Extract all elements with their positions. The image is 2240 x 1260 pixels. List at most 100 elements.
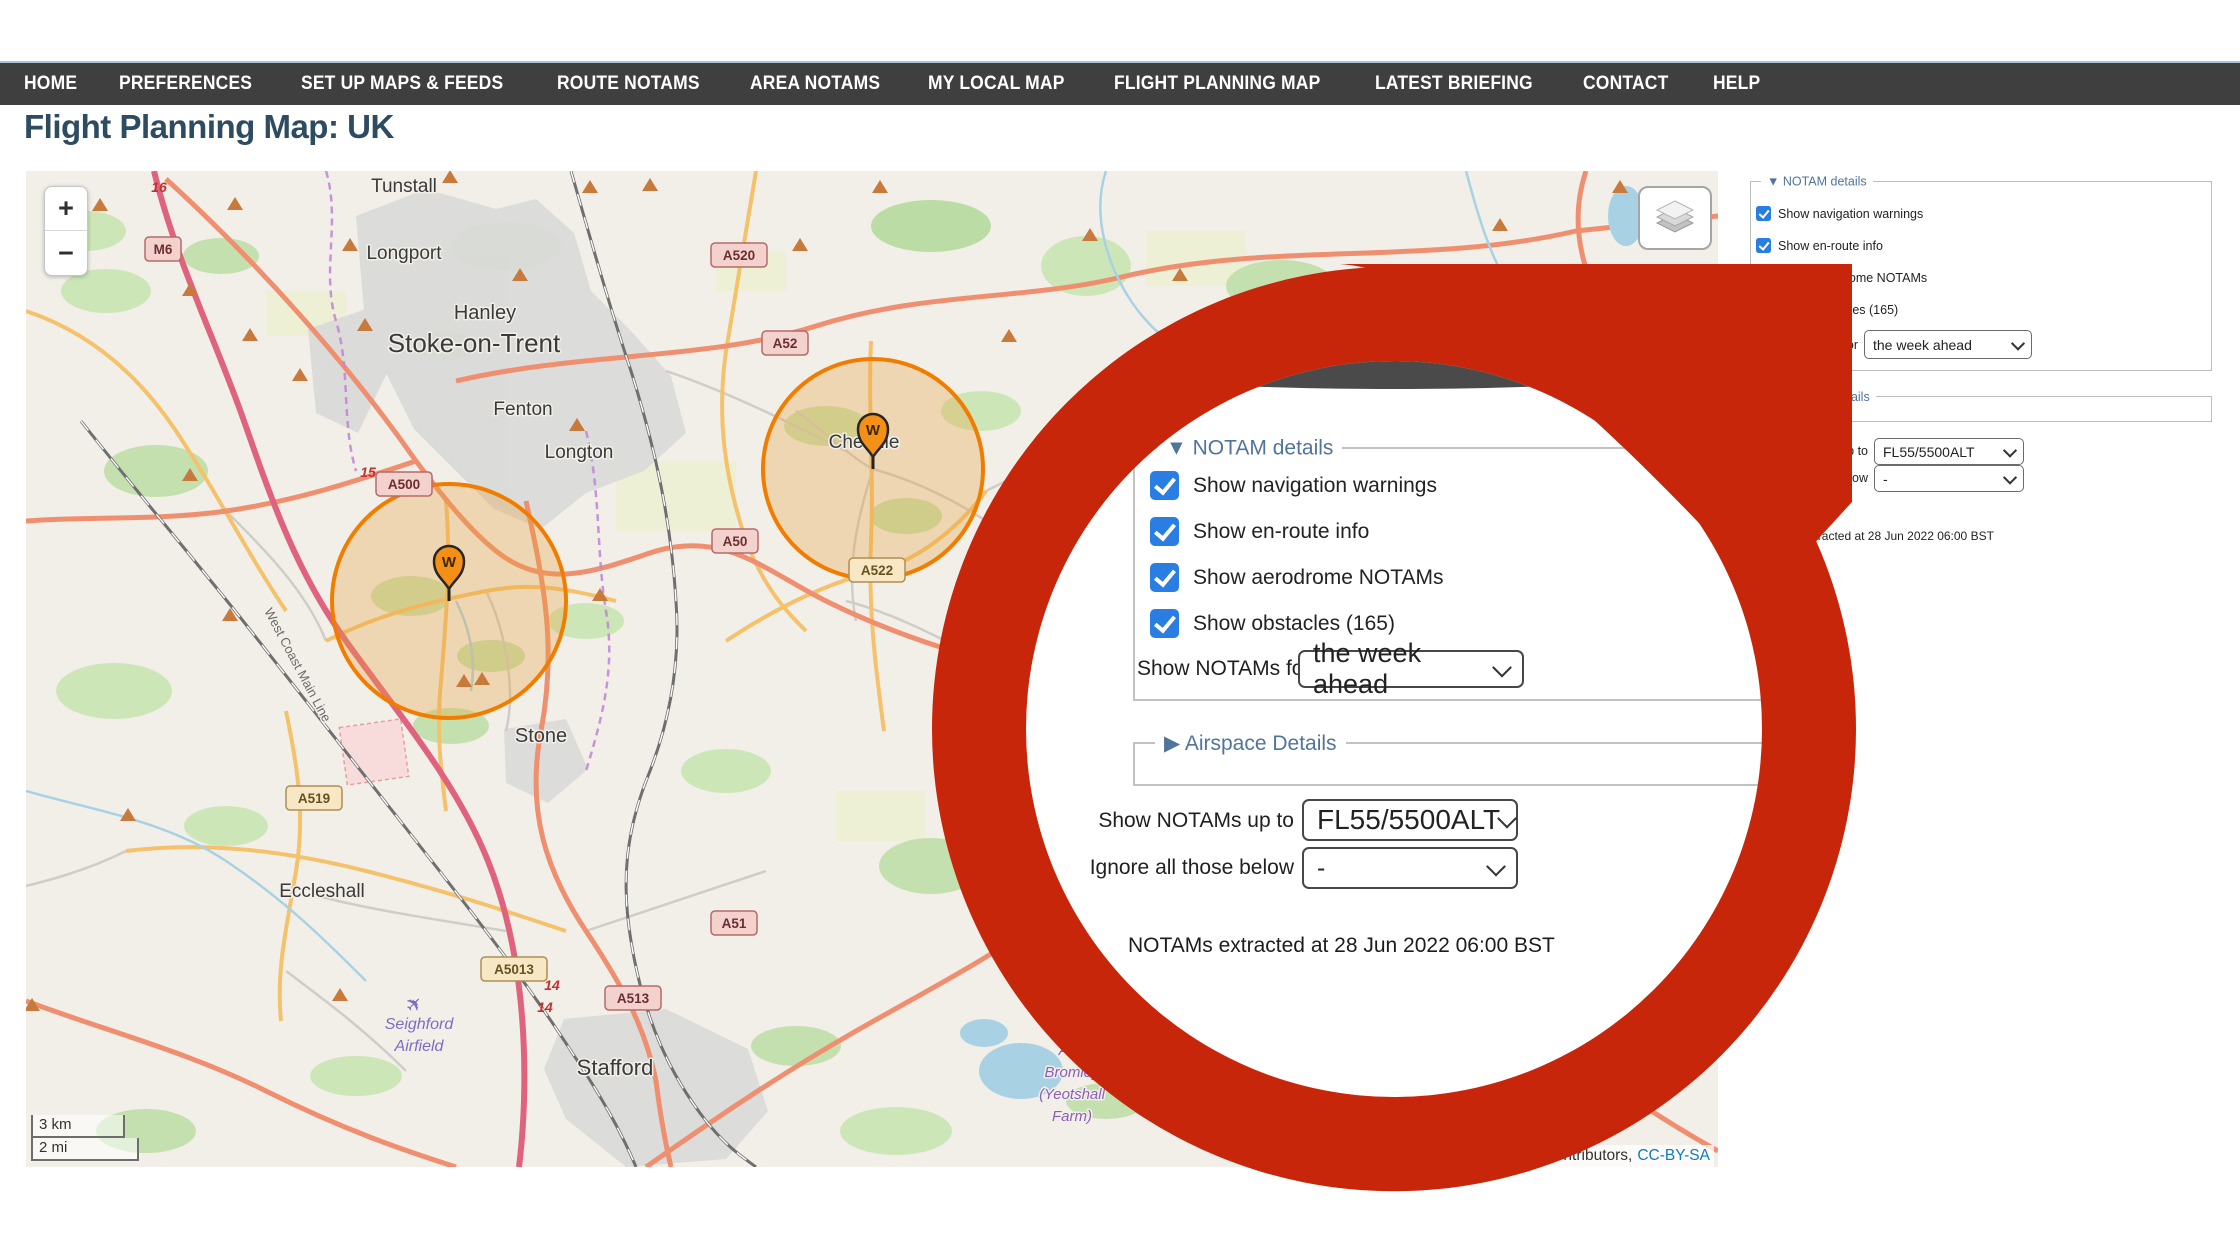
scale-km: 3 km <box>31 1115 125 1138</box>
map-place-label: Eccleshall <box>279 881 365 902</box>
checkbox[interactable] <box>1150 609 1179 638</box>
farm-label: Bromley <box>1044 1064 1101 1081</box>
main-nav: HOME PREFERENCES SET UP MAPS & FEEDS ROUTE … <box>0 61 2240 105</box>
layers-button[interactable] <box>1638 186 1712 250</box>
road-shield: A51 <box>711 911 757 935</box>
map-place-label: Stone <box>515 725 567 747</box>
zoom-in-button[interactable]: + <box>45 187 87 231</box>
nav-item-route-notams[interactable]: ROUTE NOTAMS <box>557 73 700 95</box>
checkbox[interactable] <box>1150 471 1179 500</box>
show-notams-up-to-select[interactable]: FL55/5500ALT <box>1874 438 2024 465</box>
airspace-details-fieldset-zoomed: ▶ Airspace Details <box>1133 742 1762 786</box>
show-notams-up-to-select[interactable]: FL55/5500ALT <box>1302 799 1518 841</box>
junction-number: 14 <box>544 977 560 993</box>
show-notams-for-label: Show NOTAMs for <box>1137 657 1310 681</box>
zoom-out-button[interactable]: − <box>45 231 87 275</box>
svg-text:A519: A519 <box>298 791 330 806</box>
road-shield: A520 <box>711 243 767 267</box>
map-place-label: Stoke-on-Trent <box>388 328 561 358</box>
magnifier-lens: ▼ NOTAM details Show navigation warnings… <box>1026 361 1762 1097</box>
checkbox-label: Show en-route info <box>1778 239 1883 253</box>
checkbox-row: Show en-route info <box>1150 517 1444 546</box>
nav-item-set-up-maps-feeds[interactable]: SET UP MAPS & FEEDS <box>301 73 503 95</box>
checkbox[interactable] <box>1756 302 1771 317</box>
select-value: FL55/5500ALT <box>1317 804 1500 836</box>
airspace-details-fieldset: ▶ Airspace Details <box>1750 396 2212 422</box>
checkbox-row: Show navigation warnings <box>1756 206 1927 221</box>
chevron-down-icon <box>1492 658 1512 678</box>
checkbox[interactable] <box>1150 563 1179 592</box>
checkbox[interactable] <box>1756 206 1771 221</box>
map-attribution: ntributors, CC-BY-SA <box>1362 1145 1714 1167</box>
ignore-below-select[interactable]: - <box>1874 465 2024 492</box>
checkbox-label: Show navigation warnings <box>1778 207 1923 221</box>
ignore-below-select[interactable]: - <box>1302 847 1518 889</box>
checkbox-label: Show en-route info <box>1193 520 1369 544</box>
road-shield: A50 <box>712 529 758 553</box>
road-shield: A500 <box>376 472 432 496</box>
road-shield: M6 <box>145 237 181 261</box>
svg-text:A51: A51 <box>722 916 747 931</box>
svg-text:A513: A513 <box>617 991 650 1006</box>
nav-item-contact[interactable]: CONTACT <box>1583 73 1668 95</box>
select-value: - <box>1317 854 1325 883</box>
road-shield: A5013 <box>481 957 547 981</box>
map-place-label: Fenton <box>493 399 552 420</box>
svg-text:A52: A52 <box>773 336 798 351</box>
checkbox[interactable] <box>1150 517 1179 546</box>
svg-text:A5013: A5013 <box>494 962 534 977</box>
nav-item-my-local-map[interactable]: MY LOCAL MAP <box>928 73 1065 95</box>
chevron-down-icon <box>2003 443 2017 457</box>
airfield-label: Airfield <box>394 1038 445 1055</box>
select-value: the week ahead <box>1873 337 1972 353</box>
attribution-license-link[interactable]: CC-BY-SA <box>1637 1147 1710 1165</box>
junction-number: 15 <box>360 464 376 480</box>
map-place-label: Longton <box>545 442 614 463</box>
junction-number: 14 <box>537 999 553 1015</box>
scale-mi: 2 mi <box>31 1138 139 1161</box>
show-notams-up-to-label: Show NOTAMs up to <box>1752 444 1868 458</box>
show-notams-for-select[interactable]: the week ahead <box>1864 330 2032 359</box>
notams-extracted-timestamp: NOTAMs extracted at 28 Jun 2022 06:00 BS… <box>1750 529 1994 543</box>
map-place-label: Longport <box>366 243 442 264</box>
checkbox-label: Show aerodrome NOTAMs <box>1778 271 1927 285</box>
road-shield: A522 <box>849 558 905 582</box>
nav-item-preferences[interactable]: PREFERENCES <box>119 73 252 95</box>
svg-text:W: W <box>866 422 881 439</box>
road-shield: A52 <box>762 331 808 355</box>
notam-details-legend[interactable]: ▼ NOTAM details <box>1157 437 1342 461</box>
nav-item-flight-planning-map[interactable]: FLIGHT PLANNING MAP <box>1114 73 1320 95</box>
checkbox-row: Show obstacles (165) <box>1756 302 1927 317</box>
nav-item-area-notams[interactable]: AREA NOTAMS <box>750 73 880 95</box>
junction-number: 16 <box>151 179 167 195</box>
select-value: - <box>1883 471 1888 487</box>
airspace-details-legend[interactable]: ▶ Airspace Details <box>1761 389 1876 404</box>
nav-item-home[interactable]: HOME <box>24 73 77 95</box>
map-place-label: Hanley <box>454 302 516 324</box>
checkbox-row: Show navigation warnings <box>1150 471 1444 500</box>
nav-item-latest-briefing[interactable]: LATEST BRIEFING <box>1375 73 1533 95</box>
svg-text:A500: A500 <box>388 477 420 492</box>
show-notams-for-select[interactable]: the week ahead <box>1298 650 1524 688</box>
checkbox-label: Show obstacles (165) <box>1193 612 1395 636</box>
svg-text:W: W <box>442 554 457 571</box>
map-place-label: Stafford <box>577 1055 654 1080</box>
checkbox[interactable] <box>1756 238 1771 253</box>
airspace-details-legend[interactable]: ▶ Airspace Details <box>1155 731 1346 756</box>
page-title: Flight Planning Map: UK <box>24 108 394 146</box>
chevron-down-icon <box>2011 336 2025 350</box>
chevron-down-icon <box>2003 470 2017 484</box>
nav-item-help[interactable]: HELP <box>1713 73 1760 95</box>
layers-icon <box>1652 197 1698 239</box>
notams-extracted-timestamp: NOTAMs extracted at 28 Jun 2022 06:00 BS… <box>1128 934 1555 958</box>
svg-text:A520: A520 <box>723 248 755 263</box>
checkbox-label: Show aerodrome NOTAMs <box>1193 566 1444 590</box>
svg-text:A50: A50 <box>723 534 748 549</box>
checkbox[interactable] <box>1756 270 1771 285</box>
svg-text:M6: M6 <box>154 242 173 257</box>
checkbox-row: Show aerodrome NOTAMs <box>1150 563 1444 592</box>
checkbox-row: Show aerodrome NOTAMs <box>1756 270 1927 285</box>
farm-label: (Yeotshall <box>1039 1086 1106 1103</box>
show-notams-for-label: Show NOTAMs for <box>1755 338 1858 352</box>
notam-details-legend[interactable]: ▼ NOTAM details <box>1761 175 1873 189</box>
